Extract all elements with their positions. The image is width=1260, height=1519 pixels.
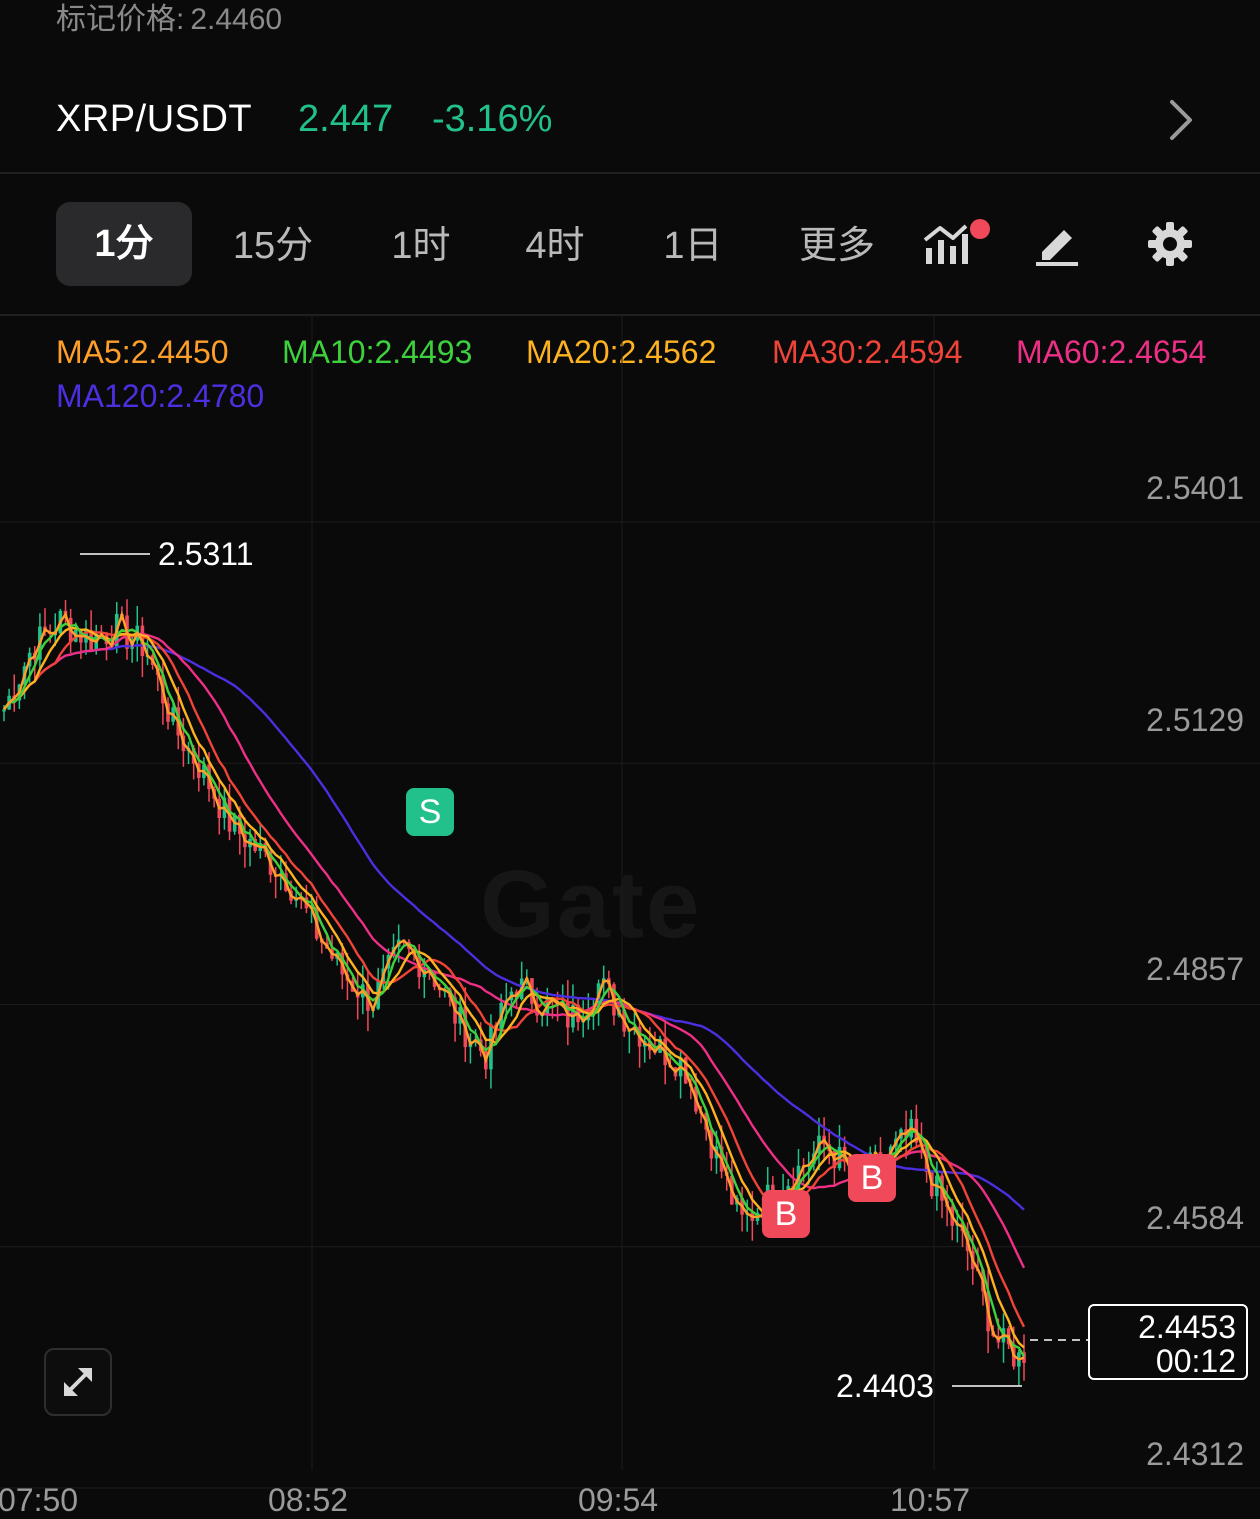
- buy-signal-badge[interactable]: B: [848, 1154, 896, 1202]
- ma5-line: [3, 610, 1025, 1361]
- candle-countdown: 00:12: [1155, 1343, 1236, 1379]
- ma120-line: [3, 643, 1025, 1211]
- x-tick: 09:54: [578, 1482, 659, 1518]
- y-tick: 2.4584: [1146, 1200, 1244, 1236]
- ma30-line: [3, 630, 1026, 1328]
- ma20-line: [3, 626, 1025, 1349]
- expand-icon: [64, 1368, 92, 1396]
- fullscreen-button[interactable]: [44, 1348, 112, 1416]
- buy-signal-badge[interactable]: B: [762, 1190, 810, 1238]
- high-price-marker: 2.5311: [158, 536, 254, 572]
- y-tick: 2.4312: [1146, 1436, 1244, 1472]
- current-price: 2.4453: [1138, 1309, 1236, 1345]
- y-tick: 2.5129: [1146, 702, 1244, 738]
- y-tick: 2.5401: [1146, 470, 1244, 506]
- candlestick-chart[interactable]: [0, 0, 1260, 1497]
- sell-signal-badge[interactable]: S: [406, 788, 454, 836]
- x-tick: 10:57: [890, 1482, 971, 1518]
- current-price-tag: 2.4453 00:12: [1088, 1304, 1248, 1380]
- x-tick: 07:50: [0, 1482, 79, 1518]
- y-tick: 2.4857: [1146, 951, 1244, 987]
- x-tick: 08:52: [268, 1482, 349, 1518]
- low-price-marker: 2.4403: [836, 1368, 934, 1404]
